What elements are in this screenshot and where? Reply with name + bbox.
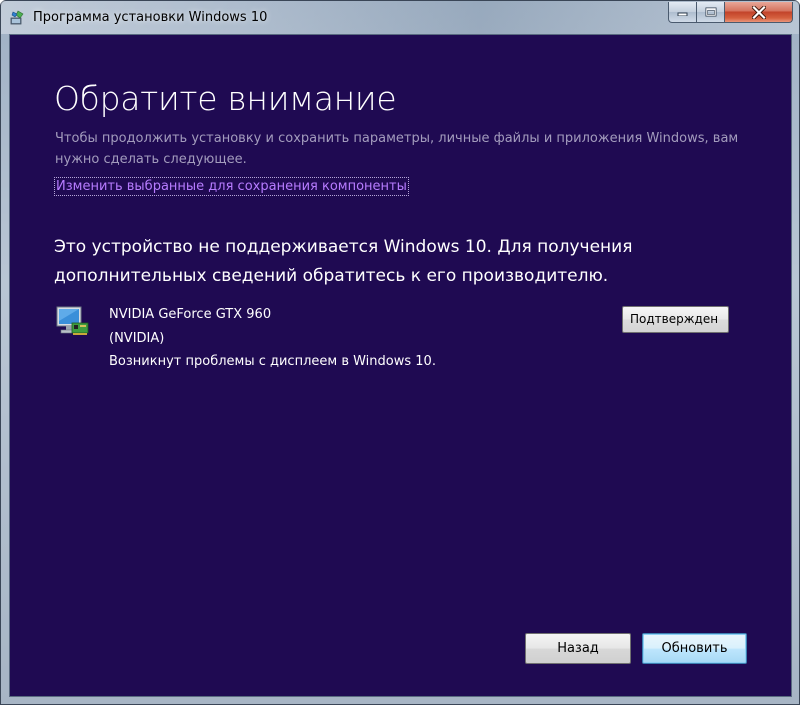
- confirm-button[interactable]: Подтвержден: [622, 306, 729, 333]
- back-button[interactable]: Назад: [525, 633, 631, 664]
- update-button[interactable]: Обновить: [642, 633, 747, 664]
- instruction-text: Чтобы продолжить установку и сохранить п…: [55, 131, 739, 167]
- title-bar[interactable]: Программа установки Windows 10: [1, 1, 799, 34]
- setup-window: Программа установки Windows 10 Обратите …: [0, 0, 800, 705]
- window-title: Программа установки Windows 10: [33, 10, 268, 25]
- device-vendor: (NVIDIA): [109, 331, 165, 346]
- close-button[interactable]: [725, 2, 793, 23]
- minimize-button[interactable]: [668, 2, 697, 23]
- close-icon: [751, 5, 766, 19]
- maximize-icon: [705, 7, 716, 17]
- page-title: Обратите внимание: [54, 79, 397, 118]
- setup-app-icon: [10, 10, 24, 25]
- device-issue: Возникнут проблемы с дисплеем в Windows …: [109, 354, 436, 369]
- maximize-button[interactable]: [697, 2, 725, 23]
- change-components-link[interactable]: Изменить выбранные для сохранения компон…: [54, 177, 409, 196]
- monitor-device-icon: [56, 306, 89, 335]
- device-name: NVIDIA GeForce GTX 960: [109, 307, 272, 322]
- unsupported-device-warning: Это устройство не поддерживается Windows…: [54, 237, 633, 286]
- setup-content-panel: Обратите внимание Чтобы продолжить устан…: [9, 34, 792, 697]
- minimize-icon: [677, 12, 688, 16]
